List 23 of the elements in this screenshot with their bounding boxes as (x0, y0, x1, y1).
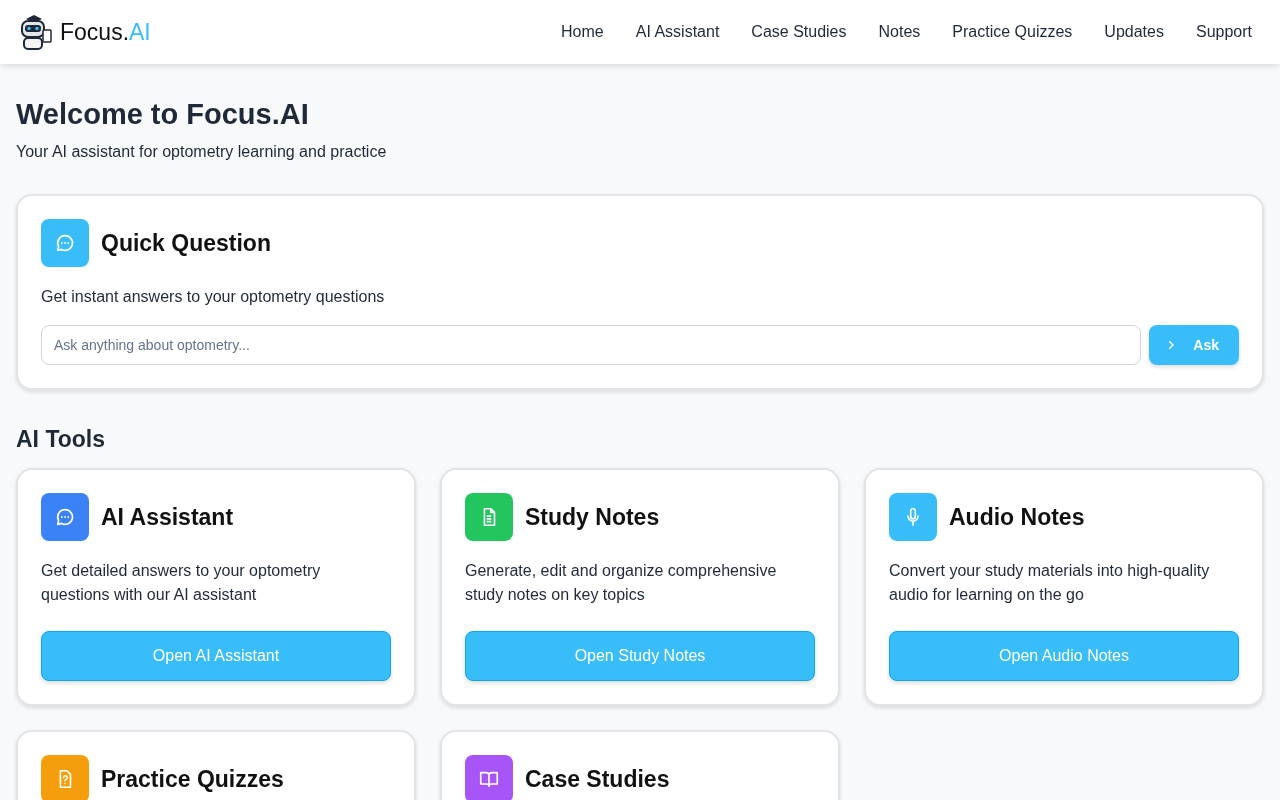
card-title: AI Assistant (101, 503, 234, 531)
card-title: Audio Notes (949, 503, 1085, 531)
nav-link[interactable]: AI Assistant (635, 23, 720, 41)
nav-link[interactable]: Updates (1104, 23, 1164, 41)
card-description: Get detailed answers to your optometry questions with our AI assistant (41, 561, 322, 605)
section-title: AI Tools (16, 426, 106, 453)
brand-logo-text[interactable]: Focus.AI (60, 18, 151, 46)
card-title: Practice Quizzes (101, 765, 284, 793)
page-title: Welcome to Focus.AI (16, 98, 310, 131)
nav-link[interactable]: Notes (878, 23, 921, 41)
nav-link[interactable]: Support (1195, 23, 1252, 41)
nav-link[interactable]: Practice Quizzes (952, 23, 1073, 41)
nav-link[interactable]: Case Studies (751, 23, 847, 41)
chat-bubble-icon (41, 219, 89, 267)
card-title: Quick Question (101, 229, 271, 257)
card-description: Get instant answers to your optometry questions (41, 287, 386, 307)
page-subtitle: Your AI assistant for optometry learning and practice (16, 143, 388, 161)
card-title: Study Notes (525, 503, 660, 531)
question-input-field[interactable]: Ask anything about optometry... (41, 325, 1142, 365)
nav-link[interactable]: Home (561, 23, 604, 41)
card-description: Convert your study materials into high-quality audio for learning on the go (889, 561, 1211, 605)
card-title: Case Studies (525, 765, 670, 793)
card-description: Generate, edit and organize comprehensive study notes on key topics (465, 561, 778, 605)
